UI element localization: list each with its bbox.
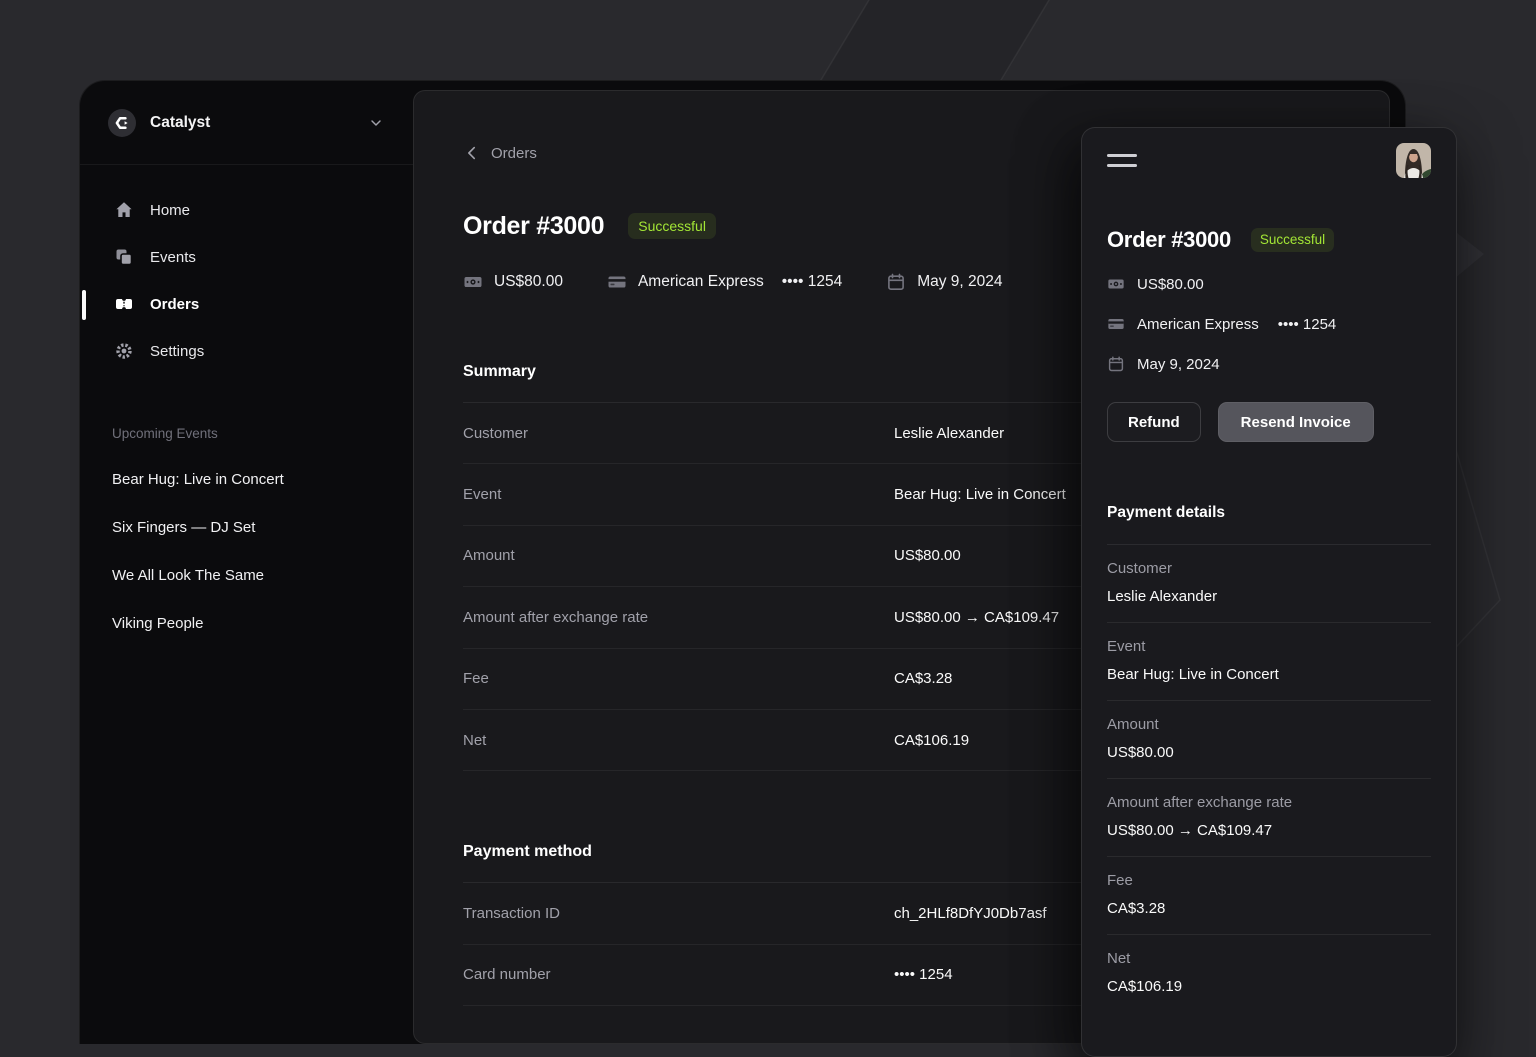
workspace-switcher[interactable]: Catalyst [80, 81, 414, 164]
status-badge: Successful [628, 213, 716, 239]
mobile-order-panel: Order #3000 Successful US$80.00 [1081, 127, 1457, 1057]
resend-invoice-button[interactable]: Resend Invoice [1218, 402, 1374, 442]
chevron-down-icon [368, 115, 384, 131]
event-link[interactable]: Bear Hug: Live in Concert [100, 459, 398, 499]
menu-icon [1107, 154, 1137, 157]
mobile-navbar [1107, 143, 1431, 178]
list-item: Fee CA$3.28 [1107, 857, 1431, 935]
sidebar-item-label: Home [150, 202, 190, 219]
calendar-icon [1107, 355, 1125, 373]
order-title-row: Order #3000 Successful [1107, 226, 1431, 254]
list-item: Amount after exchange rate US$80.00 → CA… [1107, 779, 1431, 857]
home-icon [114, 200, 134, 220]
list-item: Event Bear Hug: Live in Concert [1107, 623, 1431, 701]
banknote-icon [1107, 275, 1125, 293]
payment-details-list: Customer Leslie Alexander Event Bear Hug… [1107, 544, 1431, 1012]
card-last4: •••• 1254 [1278, 316, 1337, 333]
sidebar-divider [80, 164, 414, 165]
avatar[interactable] [1396, 143, 1431, 178]
breadcrumb[interactable]: Orders [463, 144, 537, 162]
breadcrumb-label: Orders [491, 145, 537, 162]
credit-card-icon [1107, 315, 1125, 333]
order-amount: US$80.00 [1107, 264, 1431, 304]
list-item: Net CA$106.19 [1107, 935, 1431, 1012]
menu-button[interactable] [1107, 150, 1137, 170]
order-date: May 9, 2024 [886, 272, 1002, 292]
event-link[interactable]: Viking People [100, 603, 398, 643]
sidebar-item-settings[interactable]: Settings [100, 331, 398, 371]
list-item: Customer Leslie Alexander [1107, 545, 1431, 623]
gear-icon [114, 341, 134, 361]
order-card: American Express •••• 1254 [607, 272, 842, 292]
sidebar-item-label: Events [150, 249, 196, 266]
order-meta-list: US$80.00 American Express •••• 1254 [1107, 264, 1431, 384]
brand-name: Catalyst [150, 114, 210, 132]
ticket-icon [114, 294, 134, 314]
sidebar-item-orders[interactable]: Orders [100, 284, 398, 324]
active-nav-indicator [82, 290, 86, 320]
list-item: Amount US$80.00 [1107, 701, 1431, 779]
credit-card-icon [607, 272, 627, 292]
page-title: Order #3000 [463, 211, 604, 241]
status-badge: Successful [1251, 228, 1334, 252]
refund-button[interactable]: Refund [1107, 402, 1201, 442]
payment-details-heading: Payment details [1107, 504, 1431, 522]
square-stack-icon [114, 247, 134, 267]
chevron-left-icon [463, 144, 481, 162]
order-card: American Express •••• 1254 [1107, 304, 1431, 344]
sidebar-item-home[interactable]: Home [100, 190, 398, 230]
banknote-icon [463, 272, 483, 292]
sidebar: Catalyst Home [80, 81, 414, 1044]
event-link[interactable]: We All Look The Same [100, 555, 398, 595]
event-link[interactable]: Six Fingers — DJ Set [100, 507, 398, 547]
order-amount: US$80.00 [463, 272, 563, 292]
order-actions: Refund Resend Invoice [1107, 402, 1431, 442]
card-last4: •••• 1254 [782, 273, 843, 291]
catalyst-logo-icon [108, 109, 136, 137]
card-brand: American Express [638, 273, 764, 291]
order-date: May 9, 2024 [1107, 344, 1431, 384]
upcoming-events-list: Bear Hug: Live in Concert Six Fingers — … [80, 459, 414, 643]
sidebar-item-label: Settings [150, 343, 204, 360]
card-brand: American Express [1137, 316, 1259, 333]
upcoming-events-heading: Upcoming Events [80, 426, 414, 441]
sidebar-item-label: Orders [150, 296, 199, 313]
sidebar-item-events[interactable]: Events [100, 237, 398, 277]
sidebar-nav: Home Events [80, 190, 414, 371]
calendar-icon [886, 272, 906, 292]
panel-order-title: Order #3000 [1107, 226, 1231, 254]
